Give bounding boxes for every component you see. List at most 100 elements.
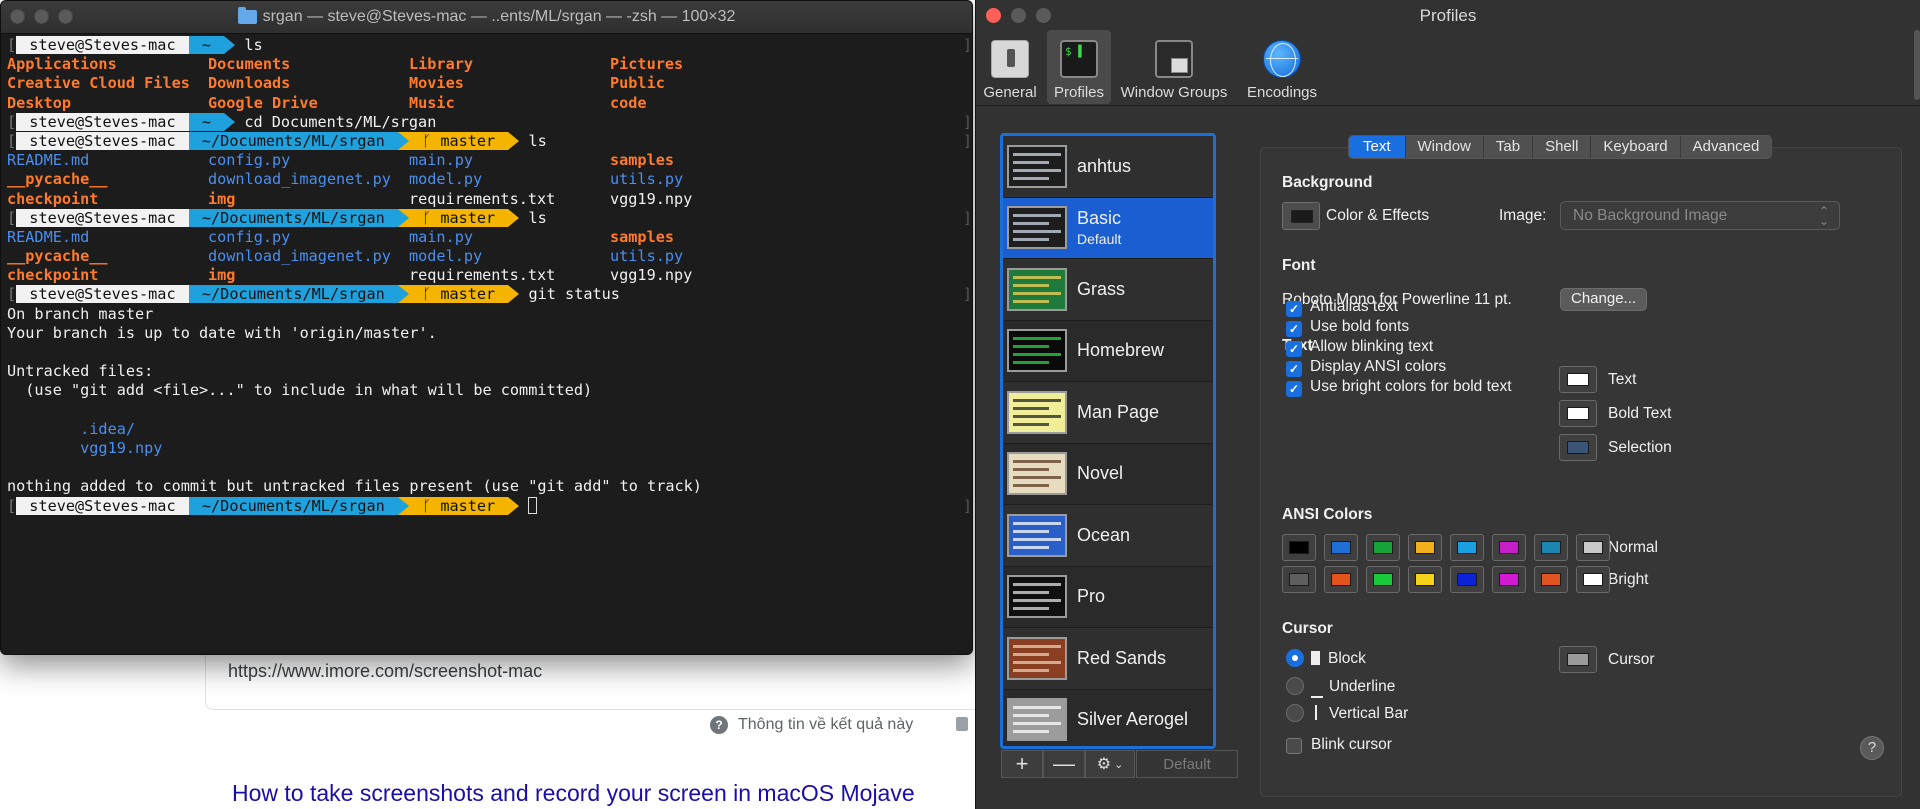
background-image-select[interactable]: No Background Image ⌃ ⌄ [1560,201,1840,230]
cursor-gap [519,497,528,515]
result-url[interactable]: https://www.imore.com/screenshot-mac [228,661,542,682]
terminal-content[interactable]: [ steve@Steves-mac ~ ls] Applications Docu… [1,34,972,516]
tab-shell[interactable]: Shell [1532,136,1590,158]
cursor-underline-radio[interactable] [1286,677,1304,695]
prompt-dir: ~/Documents/ML/srgan [188,496,398,515]
ansi-bright-label: Bright [1608,571,1649,588]
prompt-bracket: [ [7,496,17,515]
prompt-dir: ~/Documents/ML/srgan [188,131,398,150]
profile-list[interactable]: anhtus Basic Default Grass Homebrew Man Page N… [1000,133,1216,749]
feedback-icon[interactable] [956,717,968,731]
ansi-normal-color-well[interactable] [1408,534,1442,561]
text-option-checkbox[interactable]: ✓ [1286,321,1302,337]
ansi-normal-color-well[interactable] [1534,534,1568,561]
output-text: Your branch is up to date with 'origin/m… [7,323,437,342]
profile-item[interactable]: anhtus [1003,136,1213,198]
prompt-arrow [397,285,409,304]
terminal-titlebar[interactable]: srgan — steve@Steves-mac — ..ents/ML/srg… [1,1,972,34]
ansi-normal-color-well[interactable] [1366,534,1400,561]
file-entry: model.py [409,247,483,266]
profile-name: Silver Aerogel [1077,709,1189,730]
bold-text-color-well[interactable] [1559,400,1597,427]
ansi-normal-color-well[interactable] [1282,534,1316,561]
cursor-color-well[interactable] [1559,646,1597,673]
tab-window[interactable]: Window [1404,136,1483,158]
ansi-bright-color-well[interactable] [1366,566,1400,593]
prompt-bracket: [ [7,36,17,54]
ansi-normal-label: Normal [1608,539,1658,556]
text-swatch [1567,373,1589,386]
thumbnail-line [1013,529,1049,533]
profile-name-wrap: Grass [1077,279,1125,300]
profile-item[interactable]: Ocean [1003,505,1213,567]
thumbnail-line [1013,583,1061,587]
blink-cursor-checkbox[interactable] [1286,738,1302,754]
file-entry: requirements.txt [409,189,556,208]
profile-thumbnail [1007,144,1067,188]
toolbar-window-groups[interactable]: Window Groups [1116,30,1232,104]
thumbnail-line [1013,214,1061,218]
profile-item[interactable]: Homebrew [1003,320,1213,382]
thumbnail-line [1013,406,1049,410]
text-color-label: Text [1608,371,1637,388]
prompt-arrow [397,496,409,515]
ansi-normal-color-well[interactable] [1450,534,1484,561]
file-entry: Downloads [208,74,291,93]
text-color-well[interactable] [1559,366,1597,393]
tab-text[interactable]: Text [1349,136,1405,158]
ansi-bright-color-well[interactable] [1492,566,1526,593]
text-option-checkbox[interactable]: ✓ [1286,361,1302,377]
window-scrollbar[interactable] [1914,30,1920,100]
ansi-bright-color-well[interactable] [1534,566,1568,593]
ansi-swatch [1289,573,1309,586]
output-text: (use "git add <file>..." to include in w… [7,381,593,400]
selection-color-well[interactable] [1559,434,1597,461]
thumbnail-line [1013,361,1049,365]
background-color-well[interactable] [1282,202,1320,230]
result-info[interactable]: ? Thông tin về kết quả này [710,716,913,734]
prompt-command: ls [519,131,547,150]
text-option-checkbox[interactable]: ✓ [1286,301,1302,317]
cursor-block-radio[interactable] [1286,649,1304,667]
profile-item[interactable]: Grass [1003,259,1213,321]
result-link[interactable]: How to take screenshots and record your … [232,780,915,807]
profile-item[interactable]: Novel [1003,443,1213,505]
ansi-bright-color-well[interactable] [1282,566,1316,593]
tab-keyboard[interactable]: Keyboard [1590,136,1679,158]
ansi-normal-color-well[interactable] [1576,534,1610,561]
ansi-bright-color-well[interactable] [1324,566,1358,593]
profile-item[interactable]: Basic Default [1003,197,1213,259]
profile-name-wrap: Man Page [1077,402,1159,423]
ansi-normal-color-well[interactable] [1492,534,1526,561]
font-header: Font [1282,257,1316,274]
ansi-bright-color-well[interactable] [1576,566,1610,593]
underline-cursor-icon [1311,678,1323,698]
ansi-normal-color-well[interactable] [1324,534,1358,561]
prompt-arrow [508,496,520,515]
toolbar-profiles[interactable]: $ ▌ Profiles [1047,30,1111,104]
toolbar-general[interactable]: General [982,30,1038,104]
profile-item[interactable]: Pro [1003,566,1213,628]
default-button[interactable]: Default [1136,750,1238,778]
remove-profile-button[interactable]: — [1043,750,1085,778]
profile-name-wrap: Ocean [1077,525,1130,546]
terminal-title-text: srgan — steve@Steves-mac — ..ents/ML/srg… [262,8,736,25]
ansi-bright-color-well[interactable] [1450,566,1484,593]
add-profile-button[interactable]: + [1001,750,1043,778]
toolbar-encodings[interactable]: Encodings [1240,30,1324,104]
gear-menu-button[interactable]: ⚙ ⌄ [1085,750,1135,778]
ansi-bright-color-well[interactable] [1408,566,1442,593]
tab-advanced[interactable]: Advanced [1679,136,1772,158]
thumbnail-line [1013,168,1061,172]
file-entry: checkpoint [7,189,99,208]
text-option-checkbox[interactable]: ✓ [1286,341,1302,357]
profile-item[interactable]: Silver Aerogel [1003,689,1213,746]
text-option-checkbox[interactable]: ✓ [1286,381,1302,397]
profile-item[interactable]: Man Page [1003,382,1213,444]
profile-item[interactable]: Red Sands [1003,628,1213,690]
tab-tab[interactable]: Tab [1482,136,1532,158]
change-font-button[interactable]: Change... [1560,288,1648,311]
help-button[interactable]: ? [1860,736,1884,760]
cursor-vertical-bar-radio[interactable] [1286,704,1304,722]
prompt-dir: ~ [188,36,225,54]
